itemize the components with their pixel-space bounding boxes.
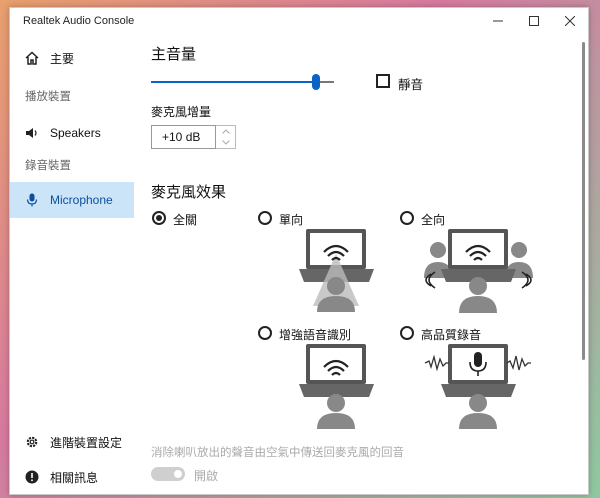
sidebar-item-info[interactable]: 相關訊息 — [10, 459, 134, 495]
maximize-button[interactable] — [516, 8, 552, 34]
omnidirectional-illustration — [424, 229, 533, 313]
minimize-icon — [493, 20, 503, 22]
mic-boost-value: +10 dB — [162, 130, 201, 144]
effect-radio-directional[interactable] — [258, 211, 272, 225]
effect-radio-omni[interactable] — [400, 211, 414, 225]
record-section-header: 錄音裝置 — [25, 160, 71, 172]
chevron-up-icon[interactable] — [216, 126, 235, 137]
home-icon — [24, 50, 40, 66]
minimize-button[interactable] — [480, 8, 516, 34]
mic-effect-title: 麥克風效果 — [151, 184, 227, 201]
mute-label: 靜音 — [398, 78, 424, 92]
sidebar-item-label: Microphone — [50, 193, 113, 207]
speaker-icon — [24, 125, 40, 141]
app-window: Realtek Audio Console 主要 播放裝置 Speakers 錄… — [9, 7, 589, 495]
mic-boost-value-field[interactable]: +10 dB — [151, 125, 216, 149]
gear-icon — [24, 434, 40, 450]
mute-checkbox[interactable] — [376, 74, 390, 88]
effect-radio-speech[interactable] — [258, 326, 272, 340]
info-icon — [24, 469, 40, 485]
echo-cancel-description: 消除喇叭放出的聲音由空氣中傳送回麥克風的回音 — [151, 447, 404, 459]
scrollbar[interactable] — [582, 42, 585, 360]
sidebar-item-label: Speakers — [50, 126, 101, 140]
volume-slider-thumb[interactable] — [311, 74, 320, 90]
mic-boost-stepper[interactable] — [216, 125, 236, 149]
volume-slider-fill — [151, 81, 316, 83]
playback-section-header: 播放裝置 — [25, 91, 71, 103]
microphone-icon — [24, 192, 40, 208]
sidebar-item-label: 進階裝置設定 — [50, 435, 123, 450]
master-volume-slider[interactable] — [151, 81, 334, 83]
mic-boost-label: 麥克風增量 — [151, 105, 212, 119]
close-button[interactable] — [552, 8, 588, 34]
sidebar-item-speakers[interactable]: Speakers — [10, 115, 134, 151]
sidebar-item-home[interactable]: 主要 — [10, 40, 134, 76]
sidebar-item-advanced[interactable]: 進階裝置設定 — [10, 424, 134, 460]
window-title: Realtek Audio Console — [23, 15, 135, 27]
directional-illustration — [299, 229, 374, 312]
effect-label-off: 全關 — [173, 213, 198, 227]
maximize-icon — [529, 16, 539, 26]
hq-recording-illustration — [424, 344, 531, 429]
sidebar-item-microphone[interactable]: Microphone — [10, 182, 134, 218]
effect-radio-hq[interactable] — [400, 326, 414, 340]
sidebar-item-label: 主要 — [50, 51, 75, 66]
sidebar-item-label: 相關訊息 — [50, 470, 99, 485]
master-volume-title: 主音量 — [151, 46, 197, 63]
main-panel: 主音量 靜音 麥克風增量 +10 dB 麥克風效果 全關 單向 全向 增強語音識… — [151, 34, 581, 496]
chevron-down-icon[interactable] — [216, 137, 235, 148]
speech-recognition-illustration — [299, 344, 374, 429]
echo-cancel-toggle-label: 開啟 — [194, 469, 219, 483]
echo-cancel-toggle[interactable] — [151, 467, 185, 481]
effect-radio-off[interactable] — [152, 211, 166, 225]
sidebar: 主要 播放裝置 Speakers 錄音裝置 Microphone 進階裝置設定 — [10, 34, 134, 496]
title-bar: Realtek Audio Console — [10, 8, 588, 34]
close-icon — [565, 16, 575, 26]
